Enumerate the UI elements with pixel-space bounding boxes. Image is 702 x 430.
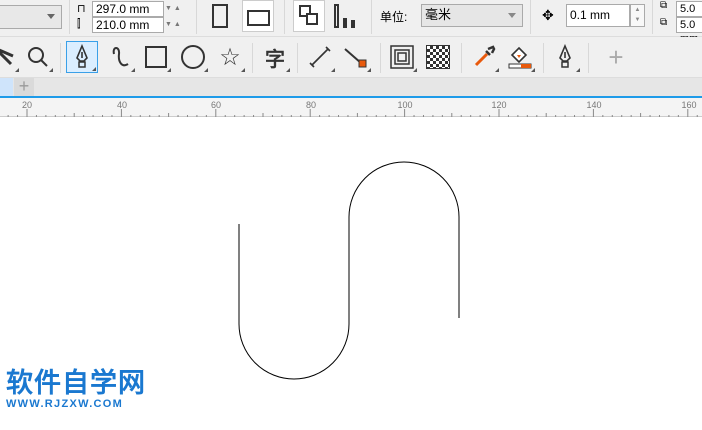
- dimension-icon: [309, 46, 331, 68]
- connector-icon: [344, 48, 367, 68]
- contour-tool[interactable]: [386, 41, 418, 73]
- watermark-url: WWW.RJZXW.COM: [6, 398, 124, 410]
- pen-nib-icon: [559, 44, 571, 68]
- current-page-button[interactable]: [334, 4, 358, 28]
- pen-nib-icon: [76, 44, 88, 68]
- magnifier-icon: [28, 47, 48, 67]
- pick-tool[interactable]: [0, 41, 20, 73]
- all-pages-button[interactable]: [293, 0, 325, 32]
- watermark-title: 软件自学网: [6, 368, 146, 398]
- add-document-tab-button[interactable]: +: [14, 77, 34, 96]
- zoom-tool[interactable]: [22, 41, 54, 73]
- nudge-spinner[interactable]: ▲ ▼: [630, 4, 645, 27]
- ruler-label: 120: [491, 100, 507, 110]
- ruler-label: 100: [397, 100, 413, 110]
- height-icon: ⫿: [77, 18, 81, 30]
- ruler-label: 140: [586, 100, 602, 110]
- page-size-dropdown[interactable]: [0, 5, 62, 29]
- star-icon: ☆: [219, 43, 241, 71]
- duplicate-y-input[interactable]: 5.0 mm: [676, 17, 702, 45]
- checkerboard-icon: [426, 45, 450, 69]
- outline-pen-tool[interactable]: [549, 41, 581, 73]
- ruler-label: 20: [21, 100, 33, 110]
- ruler-label: 40: [116, 100, 128, 110]
- polygon-tool[interactable]: ☆: [214, 41, 246, 73]
- unit-value: 毫米: [425, 7, 452, 22]
- transparency-tool[interactable]: [422, 41, 454, 73]
- document-tab-bar: +: [0, 77, 702, 98]
- unit-label: 单位:: [380, 10, 408, 24]
- fill-icon: [508, 46, 532, 69]
- curve-icon: [112, 47, 129, 67]
- page-height-input[interactable]: 210.0 mm: [92, 17, 164, 33]
- rectangle-tool[interactable]: [140, 41, 172, 73]
- text-tool-label: 字: [265, 48, 285, 71]
- curve-tool[interactable]: [104, 41, 136, 73]
- eyedropper-icon: [474, 45, 496, 67]
- rectangle-icon: [145, 46, 167, 68]
- portrait-button[interactable]: [212, 4, 228, 28]
- width-spinner[interactable]: ▼ ▲: [165, 1, 189, 17]
- dup-x-icon: ⧉: [660, 0, 668, 11]
- unit-dropdown[interactable]: 毫米: [421, 4, 523, 27]
- duplicate-x-input[interactable]: 5.0 mm: [676, 1, 702, 29]
- plus-icon: +: [608, 41, 624, 72]
- contour-icon: [390, 45, 414, 69]
- ellipse-icon: [181, 45, 205, 69]
- dimension-tool[interactable]: [304, 41, 336, 73]
- ruler-label: 60: [210, 100, 222, 110]
- customize-toolbox-button[interactable]: +: [600, 41, 632, 73]
- property-bar: ⊓ 297.0 mm ▼ ▲ ⫿ 210.0 mm ▼ ▲ 单位: 毫米 ✥ 0…: [0, 0, 702, 45]
- ellipse-tool[interactable]: [177, 41, 209, 73]
- landscape-button[interactable]: [242, 0, 274, 32]
- horizontal-ruler[interactable]: 20 40 60 80 100 120 140 160: [0, 98, 702, 117]
- height-spinner[interactable]: ▼ ▲: [165, 17, 189, 33]
- width-icon: ⊓: [77, 3, 86, 15]
- toolbox: ☆ 字 +: [0, 37, 702, 78]
- connector-tool[interactable]: [340, 41, 372, 73]
- dup-y-icon: ⧉: [660, 17, 668, 28]
- s-curve-path[interactable]: [238, 161, 460, 380]
- nudge-icon: ✥: [542, 7, 554, 23]
- text-tool[interactable]: 字: [259, 41, 291, 73]
- pen-tool[interactable]: [66, 41, 98, 73]
- eyedropper-tool[interactable]: [468, 41, 500, 73]
- interactive-fill-tool[interactable]: [504, 41, 536, 73]
- ruler-label: 80: [305, 100, 317, 110]
- nudge-input[interactable]: 0.1 mm: [566, 4, 630, 27]
- page-width-input[interactable]: 297.0 mm: [92, 1, 164, 17]
- document-tab[interactable]: [0, 78, 13, 96]
- watermark-logo: 软件自学网 WWW.RJZXW.COM: [6, 368, 146, 410]
- ruler-label: 160: [681, 100, 697, 110]
